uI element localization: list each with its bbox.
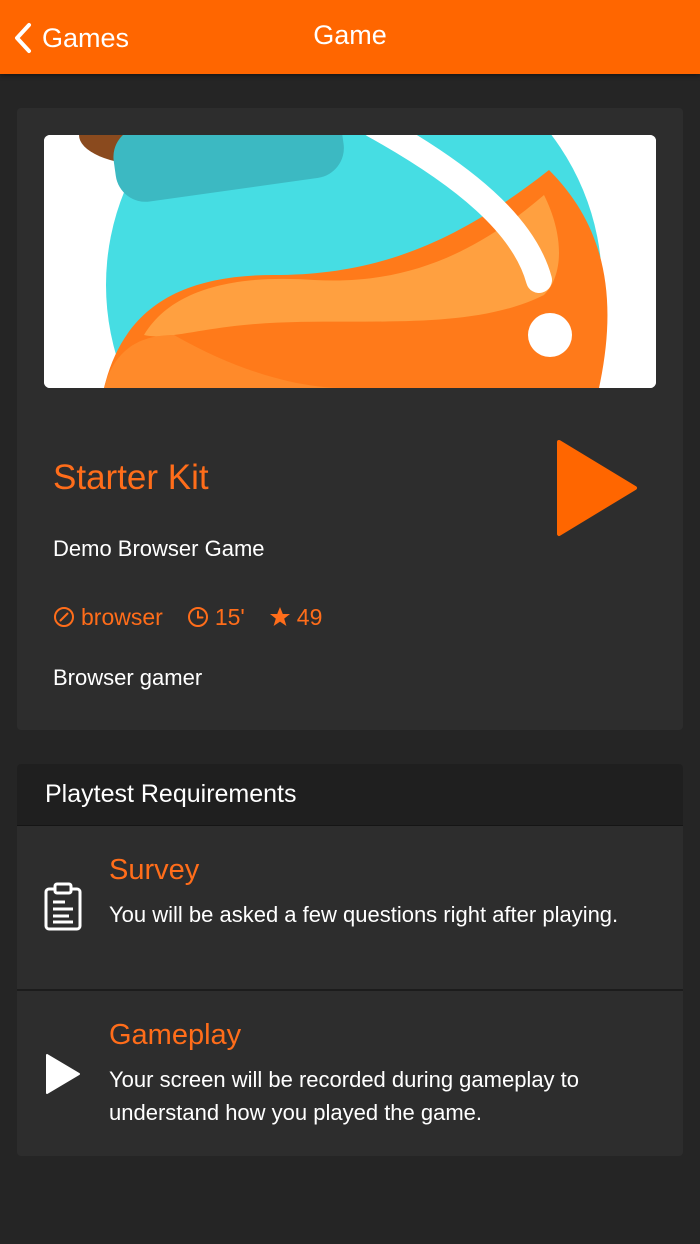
star-icon (269, 607, 290, 626)
play-icon (46, 1054, 80, 1094)
rating-badge: 49 (269, 603, 323, 631)
platform-label: browser (81, 603, 163, 630)
clock-icon (187, 607, 208, 627)
requirement-title: Gameplay (109, 1019, 242, 1051)
play-button[interactable] (555, 438, 641, 538)
compass-icon (54, 607, 74, 627)
potion-illustration (44, 135, 656, 388)
game-card: Starter Kit Demo Browser Game browser 15… (17, 108, 683, 730)
duration-badge: 15' (187, 604, 245, 631)
requirement-title: Survey (109, 854, 200, 886)
requirement-gameplay[interactable]: Gameplay Your screen will be recorded du… (17, 991, 683, 1156)
game-meta: browser 15' 49 (53, 602, 346, 632)
game-title: Starter Kit (53, 458, 209, 497)
game-subtitle: Demo Browser Game (53, 536, 265, 561)
requirement-description: You will be asked a few questions right … (109, 902, 619, 927)
requirement-description: Your screen will be recorded during game… (109, 1067, 580, 1125)
audience-label: Browser gamer (53, 665, 203, 690)
page-title: Game (313, 20, 387, 50)
duration-label: 15' (214, 603, 245, 630)
game-banner-image (44, 135, 656, 388)
playtest-requirements: Playtest Requirements Survey You will be… (17, 764, 683, 1156)
rating-label: 49 (296, 603, 323, 630)
navigation-bar: Games Game (0, 0, 700, 74)
requirement-survey[interactable]: Survey You will be asked a few questions… (17, 826, 683, 991)
clipboard-icon (44, 882, 82, 931)
platform-badge: browser (53, 604, 163, 631)
requirements-header: Playtest Requirements (17, 764, 683, 826)
